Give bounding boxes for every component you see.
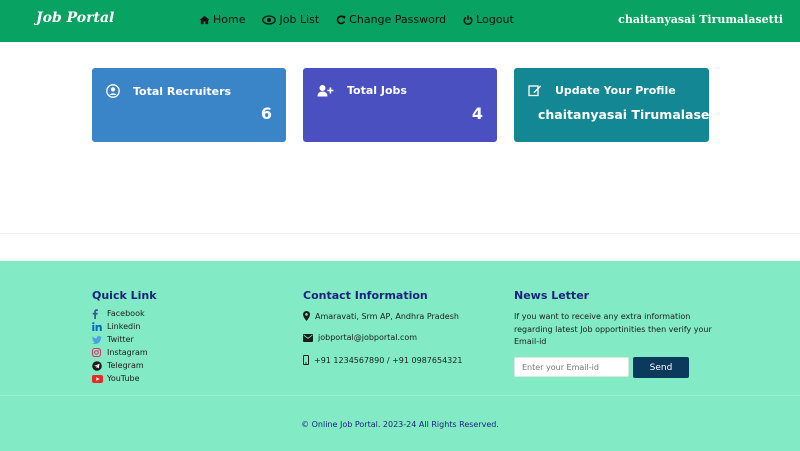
quick-link-youtube[interactable]: YouTube xyxy=(92,372,148,385)
newsletter-title: News Letter xyxy=(514,289,590,302)
contact-address-text: Amaravati, Srm AP, Andhra Pradesh xyxy=(315,311,459,321)
refresh-icon xyxy=(336,15,346,24)
instagram-icon xyxy=(92,348,101,357)
newsletter-send-button[interactable]: Send xyxy=(633,357,689,378)
user-circle-icon xyxy=(106,84,120,98)
quick-link-list: Facebook Linkedin Twitter Instagram Tele… xyxy=(92,307,148,385)
contact-info-title: Contact Information xyxy=(303,289,428,302)
nav-logout[interactable]: Logout xyxy=(463,13,514,26)
footer: Quick Link Facebook Linkedin Twitter Ins… xyxy=(0,261,800,451)
quick-link-label: Facebook xyxy=(107,309,145,318)
eye-icon xyxy=(262,14,277,25)
update-profile-card[interactable]: Update Your Profile chaitanyasai Tirumal… xyxy=(514,68,726,142)
newsletter-description: If you want to receive any extra informa… xyxy=(514,312,712,346)
total-recruiters-label: Total Recruiters xyxy=(133,84,232,98)
total-recruiters-value: 6 xyxy=(260,104,272,123)
total-jobs-value: 4 xyxy=(471,104,483,123)
nav-logout-label: Logout xyxy=(476,13,514,26)
youtube-icon xyxy=(92,374,103,383)
user-plus-icon xyxy=(317,85,334,97)
map-marker-icon xyxy=(303,311,310,321)
brand-logo[interactable]: Job Portal xyxy=(36,10,114,26)
contact-address: Amaravati, Srm AP, Andhra Pradesh xyxy=(303,311,459,321)
update-profile-label: Update Your Profile xyxy=(555,84,676,97)
contact-phone: +91 1234567890 / +91 0987654321 xyxy=(303,355,462,365)
quick-link-label: Instagram xyxy=(107,348,148,357)
total-jobs-card[interactable]: Total Jobs 4 xyxy=(303,68,497,142)
header-user-name: chaitanyasai Tirumalasetti xyxy=(618,13,783,26)
nav-job-list[interactable]: Job List xyxy=(262,13,319,26)
quick-link-linkedin[interactable]: Linkedin xyxy=(92,320,148,333)
linkedin-icon xyxy=(92,322,102,331)
mobile-phone-icon xyxy=(303,355,309,365)
quick-link-twitter[interactable]: Twitter xyxy=(92,333,148,346)
quick-link-instagram[interactable]: Instagram xyxy=(92,346,148,359)
footer-divider xyxy=(0,395,800,396)
twitter-icon xyxy=(92,335,102,344)
telegram-icon xyxy=(92,360,102,371)
nav-change-password-label: Change Password xyxy=(349,13,447,26)
copyright-text: © Online Job Portal. 2023-24 All Rights … xyxy=(301,420,499,429)
newsletter-email-input[interactable] xyxy=(514,357,629,377)
quick-link-label: Telegram xyxy=(107,361,144,370)
quick-link-label: Twitter xyxy=(107,335,134,344)
envelope-icon xyxy=(303,333,313,342)
card-header: Total Recruiters xyxy=(106,84,231,98)
quick-link-label: Linkedin xyxy=(107,322,141,331)
facebook-icon xyxy=(92,308,98,319)
nav-home-label: Home xyxy=(213,13,246,26)
section-divider xyxy=(0,233,800,234)
card-header: Total Jobs xyxy=(317,84,407,97)
quick-link-label: YouTube xyxy=(107,374,140,383)
total-jobs-label: Total Jobs xyxy=(347,84,407,97)
nav-links: Home Job List Change Password Logout xyxy=(199,13,531,26)
home-icon xyxy=(199,15,210,24)
nav-job-list-label: Job List xyxy=(279,13,320,26)
contact-phone-text: +91 1234567890 / +91 0987654321 xyxy=(314,355,463,365)
total-recruiters-card[interactable]: Total Recruiters 6 xyxy=(92,68,286,142)
navbar: Job Portal Home Job List Change Password… xyxy=(0,0,800,42)
nav-change-password[interactable]: Change Password xyxy=(336,13,446,26)
contact-email-text: jobportal@jobportal.com xyxy=(318,333,418,342)
quick-link-facebook[interactable]: Facebook xyxy=(92,307,148,320)
quick-link-telegram[interactable]: Telegram xyxy=(92,359,148,372)
contact-email[interactable]: jobportal@jobportal.com xyxy=(303,333,417,342)
power-icon xyxy=(463,15,473,25)
profile-user-name: chaitanyasai Tirumalasetti xyxy=(538,107,726,122)
nav-home[interactable]: Home xyxy=(199,13,245,26)
quick-link-title: Quick Link xyxy=(92,289,157,302)
edit-icon xyxy=(528,85,542,97)
card-header: Update Your Profile xyxy=(528,84,676,97)
